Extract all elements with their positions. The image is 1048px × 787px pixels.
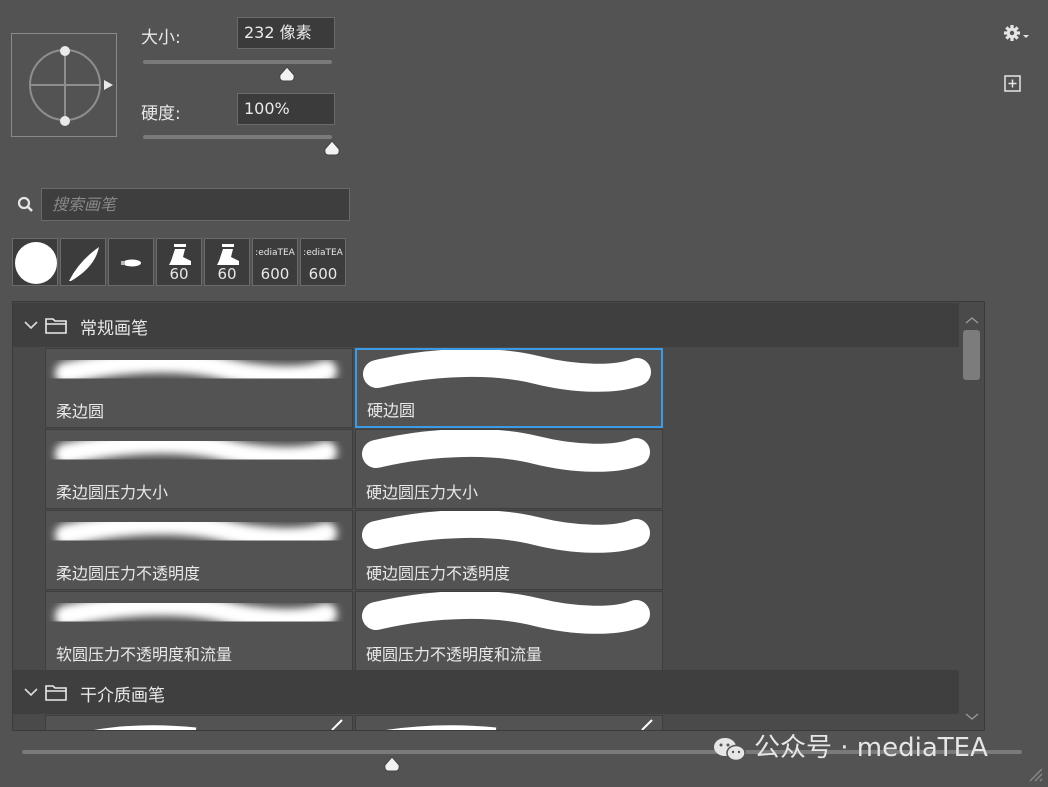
recent-brush-thumb-text: :ediaTEA bbox=[255, 248, 295, 258]
brush-name: 软圆压力不透明度和流量 bbox=[56, 645, 233, 664]
folder-icon bbox=[45, 685, 67, 701]
brush-tip-preview[interactable] bbox=[11, 33, 117, 137]
brush-preset-7[interactable]: 软圆压力不透明度和流量 bbox=[45, 591, 353, 671]
hardness-field[interactable]: 100% bbox=[237, 93, 335, 125]
plus-square-icon[interactable] bbox=[1004, 75, 1022, 93]
recent-brush-bullet[interactable] bbox=[108, 238, 154, 286]
wechat-icon bbox=[714, 737, 746, 761]
recent-brush-text-2[interactable]: :ediaTEA 600 bbox=[300, 238, 346, 286]
brush-preset-2[interactable]: 硬边圆 bbox=[355, 348, 663, 428]
scrollbar[interactable] bbox=[960, 310, 984, 730]
hardness-slider-track[interactable] bbox=[143, 135, 332, 139]
recent-brush-size: 600 bbox=[260, 265, 290, 283]
brush-name: 柔边圆压力不透明度 bbox=[56, 564, 201, 583]
recent-brush-size: 60 bbox=[217, 265, 237, 283]
brush-preset-4[interactable]: 硬边圆压力大小 bbox=[355, 429, 663, 509]
brush-preset-6[interactable]: 硬边圆压力不透明度 bbox=[355, 510, 663, 590]
chevron-down-icon bbox=[24, 321, 38, 330]
round-icon bbox=[15, 242, 57, 284]
brush-angle-roundness-icon[interactable] bbox=[12, 34, 118, 138]
gear-icon[interactable] bbox=[1003, 24, 1031, 44]
search-input[interactable]: 搜索画笔 bbox=[41, 188, 350, 221]
brush-preset-1[interactable]: 柔边圆 bbox=[45, 348, 353, 428]
group-header-general[interactable]: 常规画笔 bbox=[13, 303, 959, 347]
brush-list-panel[interactable]: 常规画笔 柔边圆 硬边圆柔边圆压力大小 硬边圆压力大小柔边圆压力不透明度 硬边圆压力不… bbox=[12, 301, 985, 731]
chevron-down-icon bbox=[24, 688, 38, 697]
brush-preset-8[interactable]: 硬圆压力不透明度和流量 bbox=[355, 591, 663, 671]
recent-brush-stamp-1[interactable]: 60 bbox=[156, 238, 202, 286]
recent-brush-thumb-text: :ediaTEA bbox=[303, 248, 343, 258]
feather-icon bbox=[69, 247, 99, 281]
brush-name: 硬边圆压力大小 bbox=[366, 483, 479, 502]
size-slider-track[interactable] bbox=[143, 60, 332, 64]
bullet-icon bbox=[121, 259, 141, 267]
hardness-label: 硬度: bbox=[141, 104, 181, 124]
group-header-dry-media[interactable]: 干介质画笔 bbox=[13, 670, 959, 714]
watermark-text: 公众号 · mediaTEA bbox=[754, 733, 988, 763]
dry-brush-preview-2[interactable] bbox=[355, 715, 663, 730]
recent-brush-text-1[interactable]: :ediaTEA 600 bbox=[252, 238, 298, 286]
brush-preset-5[interactable]: 柔边圆压力不透明度 bbox=[45, 510, 353, 590]
size-field[interactable]: 232 像素 bbox=[237, 17, 335, 49]
brush-name: 柔边圆 bbox=[56, 402, 105, 421]
recent-brush-stamp-2[interactable]: 60 bbox=[204, 238, 250, 286]
brush-preset-3[interactable]: 柔边圆压力大小 bbox=[45, 429, 353, 509]
size-label: 大小: bbox=[141, 28, 181, 48]
search-icon bbox=[17, 196, 35, 214]
brush-name: 硬边圆 bbox=[367, 401, 416, 420]
recent-brush-size: 600 bbox=[308, 265, 338, 283]
recent-brush-size: 60 bbox=[169, 265, 189, 283]
recent-brush-feather[interactable] bbox=[60, 238, 106, 286]
group-name: 常规画笔 bbox=[80, 319, 148, 339]
recent-brush-round[interactable] bbox=[12, 238, 58, 286]
brush-name: 硬圆压力不透明度和流量 bbox=[366, 645, 543, 664]
watermark: 公众号 · mediaTEA bbox=[712, 727, 988, 764]
brush-name: 硬边圆压力不透明度 bbox=[366, 564, 511, 583]
dry-brush-preview-1[interactable] bbox=[45, 715, 353, 730]
folder-icon bbox=[45, 318, 67, 334]
brush-name: 柔边圆压力大小 bbox=[56, 483, 169, 502]
group-name: 干介质画笔 bbox=[80, 686, 165, 706]
resize-grip-icon[interactable] bbox=[1026, 765, 1044, 783]
